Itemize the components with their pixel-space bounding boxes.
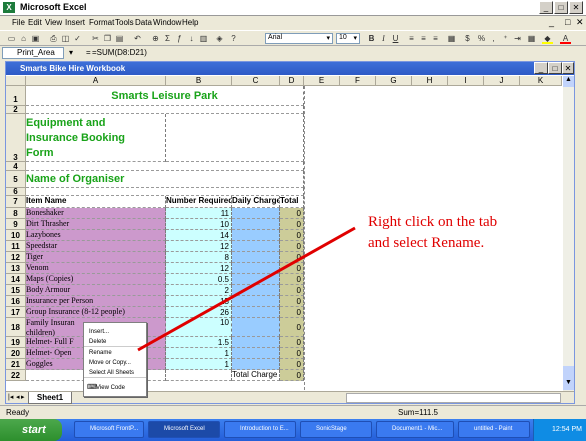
system-tray: 12:54 PM [533, 419, 586, 441]
status-ready: Ready [6, 408, 30, 417]
task-frontpage[interactable]: Microsoft FrontP... [74, 421, 144, 438]
annotation-line-1: Right click on the tab [368, 214, 498, 230]
status-bar: Ready Sum=111.5 [0, 405, 586, 419]
annotation-line-2: and select Rename. [368, 235, 485, 251]
task-sonicstage[interactable]: SonicStage [300, 421, 372, 438]
taskbar: start Microsoft FrontP... Microsoft Exce… [0, 419, 586, 441]
task-excel[interactable]: Microsoft Excel [148, 421, 220, 438]
annotation-text: Right click on the tab and select Rename… [368, 212, 578, 254]
clock: 12:54 PM [552, 426, 582, 433]
start-button[interactable]: start [0, 419, 62, 441]
status-sum: Sum=111.5 [398, 408, 438, 417]
task-introduction[interactable]: Introduction to E... [224, 421, 296, 438]
task-document1[interactable]: Document1 - Mic... [376, 421, 454, 438]
excel-window: X Microsoft Excel _ □ ✕ File Edit View I… [0, 0, 586, 441]
task-paint[interactable]: untitled - Paint [458, 421, 530, 438]
arrow-line [137, 226, 356, 352]
